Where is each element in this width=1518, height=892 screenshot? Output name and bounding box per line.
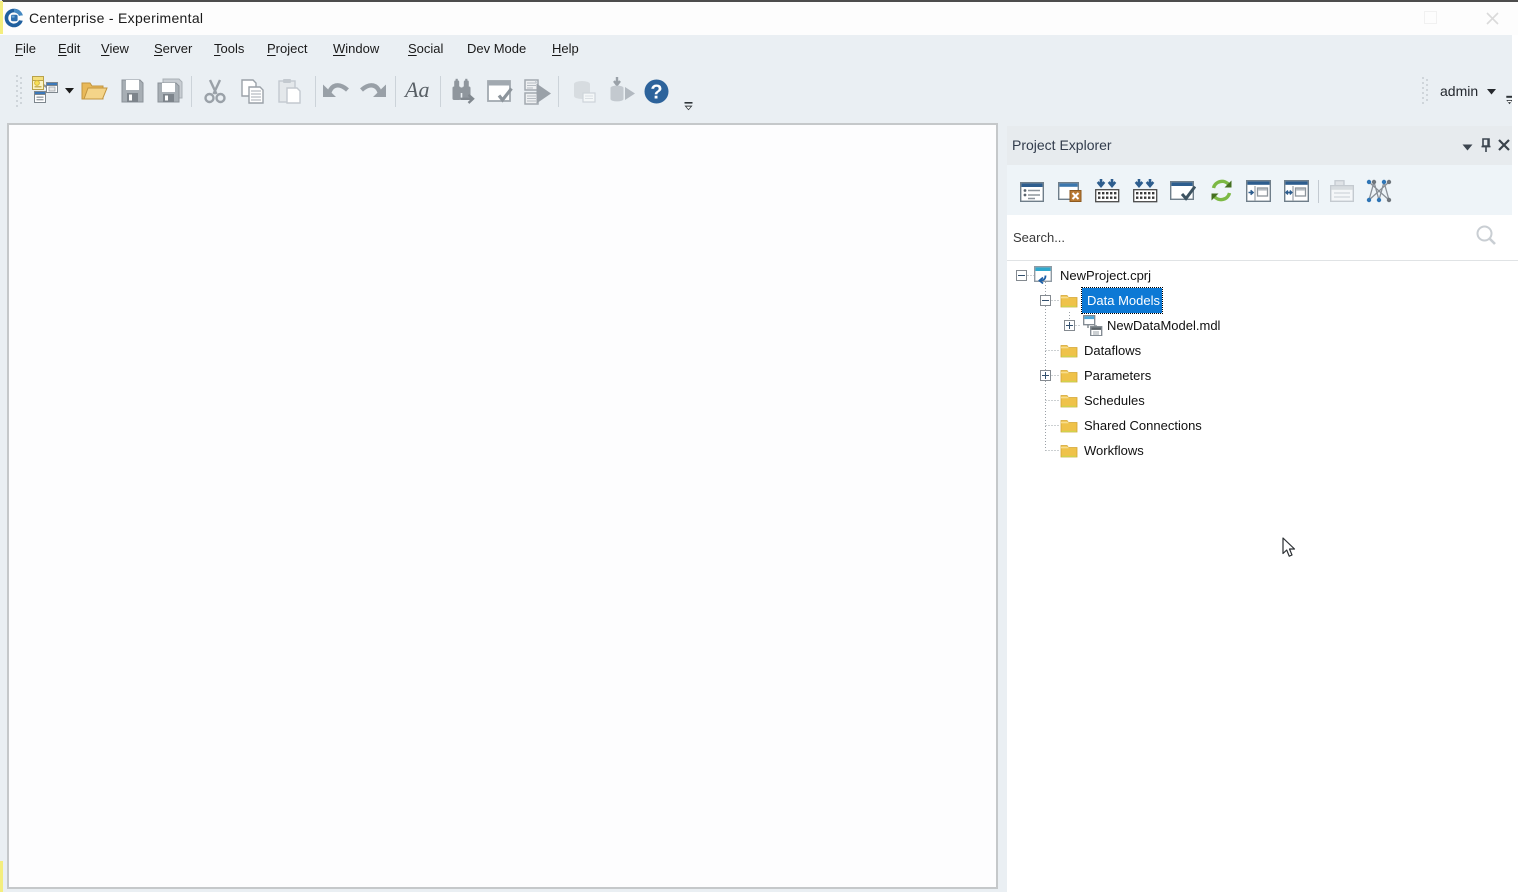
svg-text:?: ? (650, 82, 662, 104)
